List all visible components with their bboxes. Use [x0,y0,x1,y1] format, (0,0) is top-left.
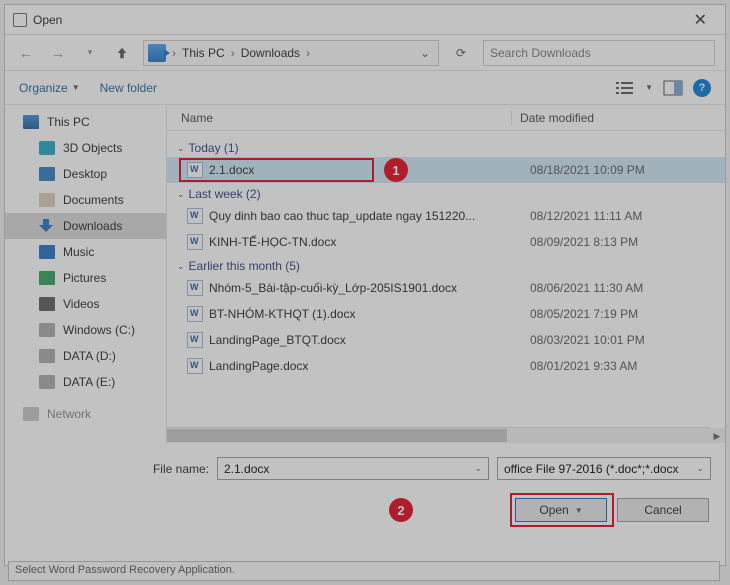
bottom-panel: File name: 2.1.docx ⌄ office File 97-201… [5,443,725,522]
file-row[interactable]: BT-NHÓM-KTHQT (1).docx08/05/2021 7:19 PM [167,301,725,327]
view-list-icon[interactable] [615,80,635,96]
drive-icon [39,323,55,337]
toolbar: Organize ▼ New folder ▼ ? [5,71,725,105]
crumb-this-pc[interactable]: This PC [182,46,225,60]
column-name[interactable]: Name [181,111,511,125]
group-earlier-month[interactable]: ⌄Earlier this month (5) [167,259,725,273]
network-icon [23,407,39,421]
breadcrumb-dropdown[interactable]: ⌄ [420,46,434,60]
file-row[interactable]: KINH-TẾ-HỌC-TN.docx08/09/2021 8:13 PM [167,229,725,255]
dialog-icon [13,13,27,27]
chevron-right-icon: › [302,46,314,60]
open-button[interactable]: Open ▼ [515,498,607,522]
new-folder-button[interactable]: New folder [100,81,157,95]
navigation-pane: This PC 3D Objects Desktop Documents Dow… [5,105,167,443]
sidebar-item-network[interactable]: Network [5,401,166,427]
scroll-right-icon[interactable]: ▶ [709,428,725,443]
filename-label: File name: [19,462,209,476]
music-icon [39,245,55,259]
group-last-week[interactable]: ⌄Last week (2) [167,187,725,201]
videos-icon [39,297,55,311]
crumb-downloads[interactable]: Downloads [241,46,300,60]
sidebar-item-data-d[interactable]: DATA (D:) [5,343,166,369]
word-doc-icon [187,162,203,178]
chevron-right-icon: › [227,46,239,60]
titlebar: Open ✕ [5,5,725,35]
drive-icon [39,375,55,389]
cancel-button[interactable]: Cancel [617,498,709,522]
pc-icon [23,115,39,129]
annotation-callout-1: 1 [384,158,408,182]
preview-pane-icon[interactable] [663,80,683,96]
search-placeholder: Search Downloads [490,46,591,60]
drive-icon [39,349,55,363]
annotation-callout-2: 2 [389,498,413,522]
open-split-dropdown[interactable]: ▼ [575,506,583,515]
chevron-down-icon: ⌄ [177,189,185,200]
word-doc-icon [187,306,203,322]
downloads-icon [39,219,55,233]
open-dialog: Open ✕ ← → ▾ › This PC › Downloads › ⌄ ⟳… [4,4,726,566]
sidebar-item-documents[interactable]: Documents [5,187,166,213]
dialog-title: Open [33,13,684,27]
word-doc-icon [187,358,203,374]
file-row[interactable]: LandingPage.docx08/01/2021 9:33 AM [167,353,725,379]
pictures-icon [39,271,55,285]
sidebar-item-this-pc[interactable]: This PC [5,109,166,135]
back-button[interactable]: ← [15,42,37,64]
sidebar-item-desktop[interactable]: Desktop [5,161,166,187]
word-doc-icon [187,208,203,224]
chevron-down-icon: ▼ [72,83,80,92]
column-date[interactable]: Date modified [511,111,725,125]
chevron-down-icon: ⌄ [177,143,185,154]
downloads-icon [148,44,166,62]
documents-icon [39,193,55,207]
sidebar-item-data-e[interactable]: DATA (E:) [5,369,166,395]
filetype-select[interactable]: office File 97-2016 (*.doc*;*.docx ⌄ [497,457,711,480]
help-icon[interactable]: ? [693,79,711,97]
scrollbar-thumb[interactable] [167,429,507,442]
desktop-icon [39,167,55,181]
word-doc-icon [187,332,203,348]
search-input[interactable]: Search Downloads [483,40,715,66]
sidebar-item-3d-objects[interactable]: 3D Objects [5,135,166,161]
group-today[interactable]: ⌄Today (1) [167,141,725,155]
column-header: Name Date modified [167,105,725,131]
file-row[interactable]: Nhóm-5_Bài-tập-cuối-kỳ_Lớp-205IS1901.doc… [167,275,725,301]
file-row[interactable]: LandingPage_BTQT.docx08/03/2021 10:01 PM [167,327,725,353]
horizontal-scrollbar[interactable]: ▶ [167,427,709,443]
file-row[interactable]: Quy dinh bao cao thuc tap_update ngay 15… [167,203,725,229]
recent-dropdown[interactable]: ▾ [79,42,101,64]
background-hint-text: Select Word Password Recovery Applicatio… [8,561,720,581]
chevron-down-icon: ⌄ [177,261,185,272]
address-bar: ← → ▾ › This PC › Downloads › ⌄ ⟳ Search… [5,35,725,71]
word-doc-icon [187,234,203,250]
file-list-pane: Name Date modified ⌄Today (1) 2.1.docx 0… [167,105,725,443]
close-button[interactable]: ✕ [684,6,717,34]
up-button[interactable] [111,42,133,64]
filename-input[interactable]: 2.1.docx ⌄ [217,457,489,480]
sidebar-item-music[interactable]: Music [5,239,166,265]
sidebar-item-videos[interactable]: Videos [5,291,166,317]
refresh-button[interactable]: ⟳ [449,41,473,65]
chevron-down-icon[interactable]: ⌄ [474,463,482,474]
view-dropdown[interactable]: ▼ [645,83,653,92]
breadcrumb[interactable]: › This PC › Downloads › ⌄ [143,40,439,66]
chevron-down-icon[interactable]: ⌄ [696,463,704,474]
sidebar-item-downloads[interactable]: Downloads [5,213,166,239]
file-row[interactable]: 2.1.docx 08/18/2021 10:09 PM [167,157,725,183]
word-doc-icon [187,280,203,296]
sidebar-item-pictures[interactable]: Pictures [5,265,166,291]
3d-objects-icon [39,141,55,155]
forward-button[interactable]: → [47,42,69,64]
organize-menu[interactable]: Organize ▼ [19,81,80,95]
sidebar-item-windows-c[interactable]: Windows (C:) [5,317,166,343]
